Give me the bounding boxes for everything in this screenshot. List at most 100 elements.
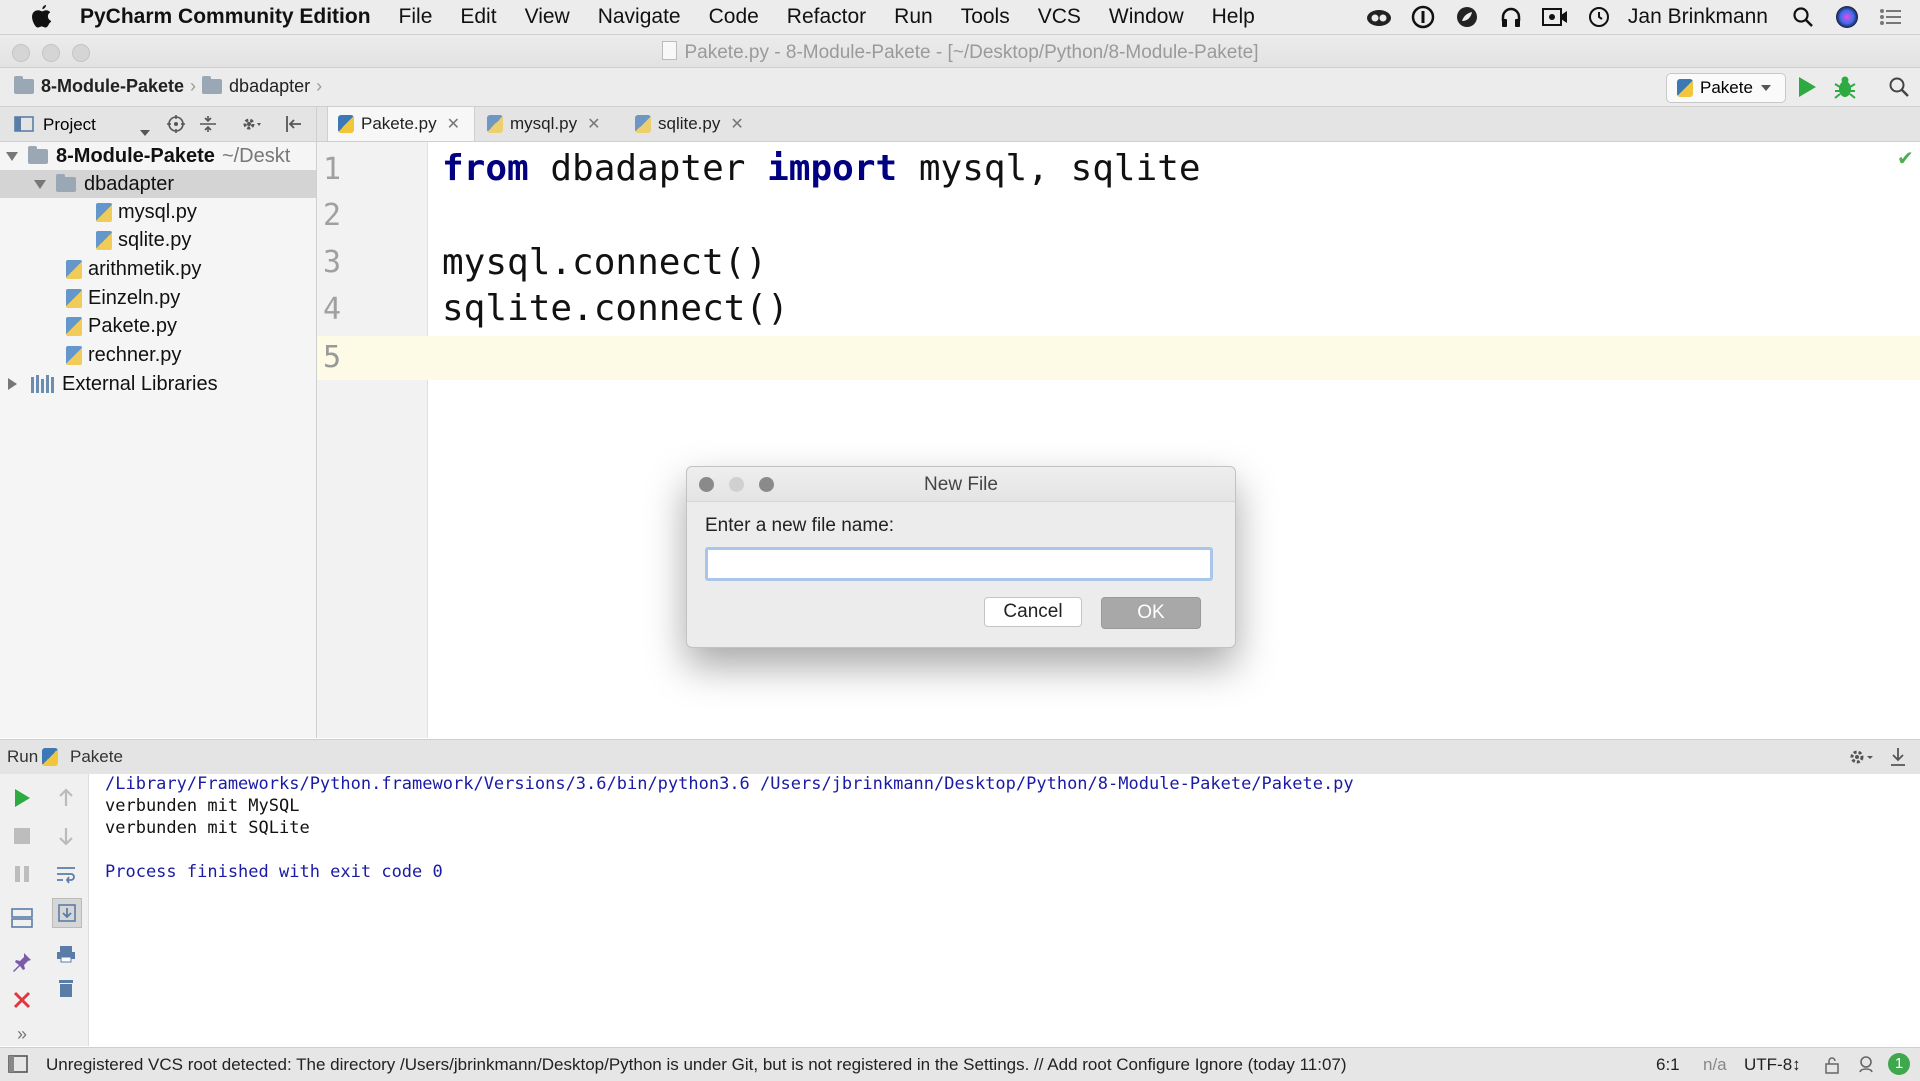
pause-button[interactable] <box>8 860 36 888</box>
scroll-from-source-icon[interactable] <box>166 114 186 139</box>
leaf-icon[interactable] <box>1452 2 1482 32</box>
caret-position[interactable]: 6:1 <box>1656 1055 1680 1075</box>
tree-item-sqlite[interactable]: sqlite.py <box>0 226 316 254</box>
folder-icon <box>28 145 48 164</box>
run-button[interactable] <box>1796 75 1818 104</box>
notification-center-icon[interactable] <box>1876 2 1906 32</box>
arrow-down-icon[interactable] <box>52 822 80 850</box>
toggle-tool-windows-icon[interactable] <box>8 1055 28 1078</box>
tree-item-pakete[interactable]: Pakete.py <box>0 312 316 340</box>
close-run-icon[interactable] <box>8 986 36 1014</box>
stop-button[interactable] <box>8 822 36 850</box>
line-separator[interactable]: n/a <box>1703 1055 1727 1075</box>
python-file-icon <box>96 202 112 222</box>
expand-arrow-icon[interactable] <box>8 378 17 390</box>
breadcrumb-project[interactable]: 8-Module-Pakete <box>41 76 184 97</box>
rerun-button[interactable] <box>8 784 36 812</box>
creative-cloud-icon[interactable] <box>1364 2 1394 32</box>
menu-vcs[interactable]: VCS <box>1038 5 1081 29</box>
menu-code[interactable]: Code <box>709 5 759 29</box>
soft-wrap-icon[interactable] <box>52 860 80 888</box>
close-icon[interactable]: ✕ <box>587 114 600 134</box>
tab-sqlite[interactable]: sqlite.py ✕ <box>625 107 769 141</box>
code-line-1[interactable]: from dbadapter import mysql, sqlite <box>442 148 1201 189</box>
tree-item-dbadapter[interactable]: dbadapter <box>0 170 316 198</box>
pin-icon[interactable] <box>8 948 36 976</box>
tab-mysql[interactable]: mysql.py ✕ <box>477 107 621 141</box>
search-everywhere-icon[interactable] <box>1888 76 1910 103</box>
headphones-icon[interactable] <box>1496 2 1526 32</box>
collapse-all-icon[interactable] <box>198 114 218 139</box>
file-name-input[interactable] <box>705 547 1213 581</box>
menu-refactor[interactable]: Refactor <box>787 5 866 29</box>
code-line-3[interactable]: mysql.connect() <box>442 242 767 283</box>
tree-item-arithmetik[interactable]: arithmetik.py <box>0 255 316 283</box>
tree-item-project-root[interactable]: 8-Module-Pakete ~/Deskt <box>0 142 316 170</box>
gear-icon[interactable] <box>1848 747 1876 772</box>
menu-navigate[interactable]: Navigate <box>598 5 681 29</box>
event-log-badge[interactable]: 1 <box>1888 1053 1910 1075</box>
time-machine-icon[interactable] <box>1584 2 1614 32</box>
lock-icon[interactable] <box>1824 1056 1840 1079</box>
tree-item-path: ~/Deskt <box>221 144 291 167</box>
folder-icon <box>202 76 223 94</box>
project-view-selector[interactable]: Project <box>43 115 96 135</box>
menu-view[interactable]: View <box>525 5 570 29</box>
menu-window[interactable]: Window <box>1109 5 1184 29</box>
spotlight-search-icon[interactable] <box>1788 2 1818 32</box>
app-name[interactable]: PyCharm Community Edition <box>80 5 371 29</box>
close-icon[interactable]: ✕ <box>730 114 743 134</box>
console-output: verbunden mit MySQL <box>105 796 300 816</box>
tree-item-mysql[interactable]: mysql.py <box>0 198 316 226</box>
screen-recorder-icon[interactable] <box>1540 2 1570 32</box>
run-config-dropdown[interactable]: Pakete <box>1666 73 1786 103</box>
navigation-bar: 8-Module-Pakete › dbadapter › Pakete <box>0 68 1920 107</box>
menu-file[interactable]: File <box>399 5 433 29</box>
cancel-button[interactable]: Cancel <box>984 597 1082 627</box>
menu-edit[interactable]: Edit <box>460 5 496 29</box>
trash-icon[interactable] <box>52 974 80 1002</box>
run-console[interactable]: /Library/Frameworks/Python.framework/Ver… <box>89 774 1920 1046</box>
breadcrumb-dbadapter[interactable]: dbadapter <box>229 76 310 97</box>
debug-bug-icon[interactable] <box>1832 74 1858 105</box>
editor-tabs: Pakete.py ✕ mysql.py ✕ sqlite.py ✕ <box>317 107 1920 142</box>
tab-pakete[interactable]: Pakete.py ✕ <box>327 107 475 141</box>
restore-layout-icon[interactable] <box>8 904 36 932</box>
password-manager-icon[interactable] <box>1408 2 1438 32</box>
tree-item-einzeln[interactable]: Einzeln.py <box>0 284 316 312</box>
expand-arrow-icon[interactable] <box>6 151 18 161</box>
folder-icon <box>56 173 76 192</box>
console-output: verbunden mit SQLite <box>105 818 310 838</box>
run-panel-label[interactable]: Run <box>7 747 38 767</box>
hide-panel-icon[interactable] <box>284 114 304 139</box>
current-line-highlight: 5 <box>317 336 1920 380</box>
inspector-icon[interactable] <box>1856 1054 1876 1079</box>
menu-help[interactable]: Help <box>1212 5 1255 29</box>
vcs-notification-message[interactable]: Unregistered VCS root detected: The dire… <box>46 1055 1347 1075</box>
python-file-icon <box>96 230 112 250</box>
expand-arrow-icon[interactable] <box>34 179 46 189</box>
arrow-up-icon[interactable] <box>52 784 80 812</box>
chevron-down-icon[interactable] <box>140 121 150 141</box>
code-line-4[interactable]: sqlite.connect() <box>442 288 789 329</box>
print-icon[interactable] <box>52 940 80 968</box>
tree-item-rechner[interactable]: rechner.py <box>0 341 316 369</box>
user-name[interactable]: Jan Brinkmann <box>1628 5 1768 29</box>
code-editor[interactable] <box>428 142 1920 738</box>
scroll-to-end-icon[interactable] <box>52 898 82 928</box>
apple-icon[interactable] <box>28 3 56 31</box>
more-actions-icon[interactable]: » <box>8 1020 36 1048</box>
close-icon[interactable]: ✕ <box>447 114 460 134</box>
tab-label: mysql.py <box>510 114 578 133</box>
gear-icon[interactable] <box>240 114 262 139</box>
line-number: 1 <box>323 152 342 187</box>
ok-button[interactable]: OK <box>1101 597 1201 629</box>
line-number: 4 <box>323 292 342 327</box>
hide-panel-icon[interactable] <box>1888 746 1908 773</box>
menu-run[interactable]: Run <box>894 5 933 29</box>
siri-icon[interactable] <box>1832 2 1862 32</box>
tree-item-external-libraries[interactable]: External Libraries <box>0 370 316 398</box>
menu-tools[interactable]: Tools <box>961 5 1010 29</box>
project-view-icon <box>14 115 34 138</box>
file-encoding[interactable]: UTF-8↕ <box>1744 1055 1801 1075</box>
